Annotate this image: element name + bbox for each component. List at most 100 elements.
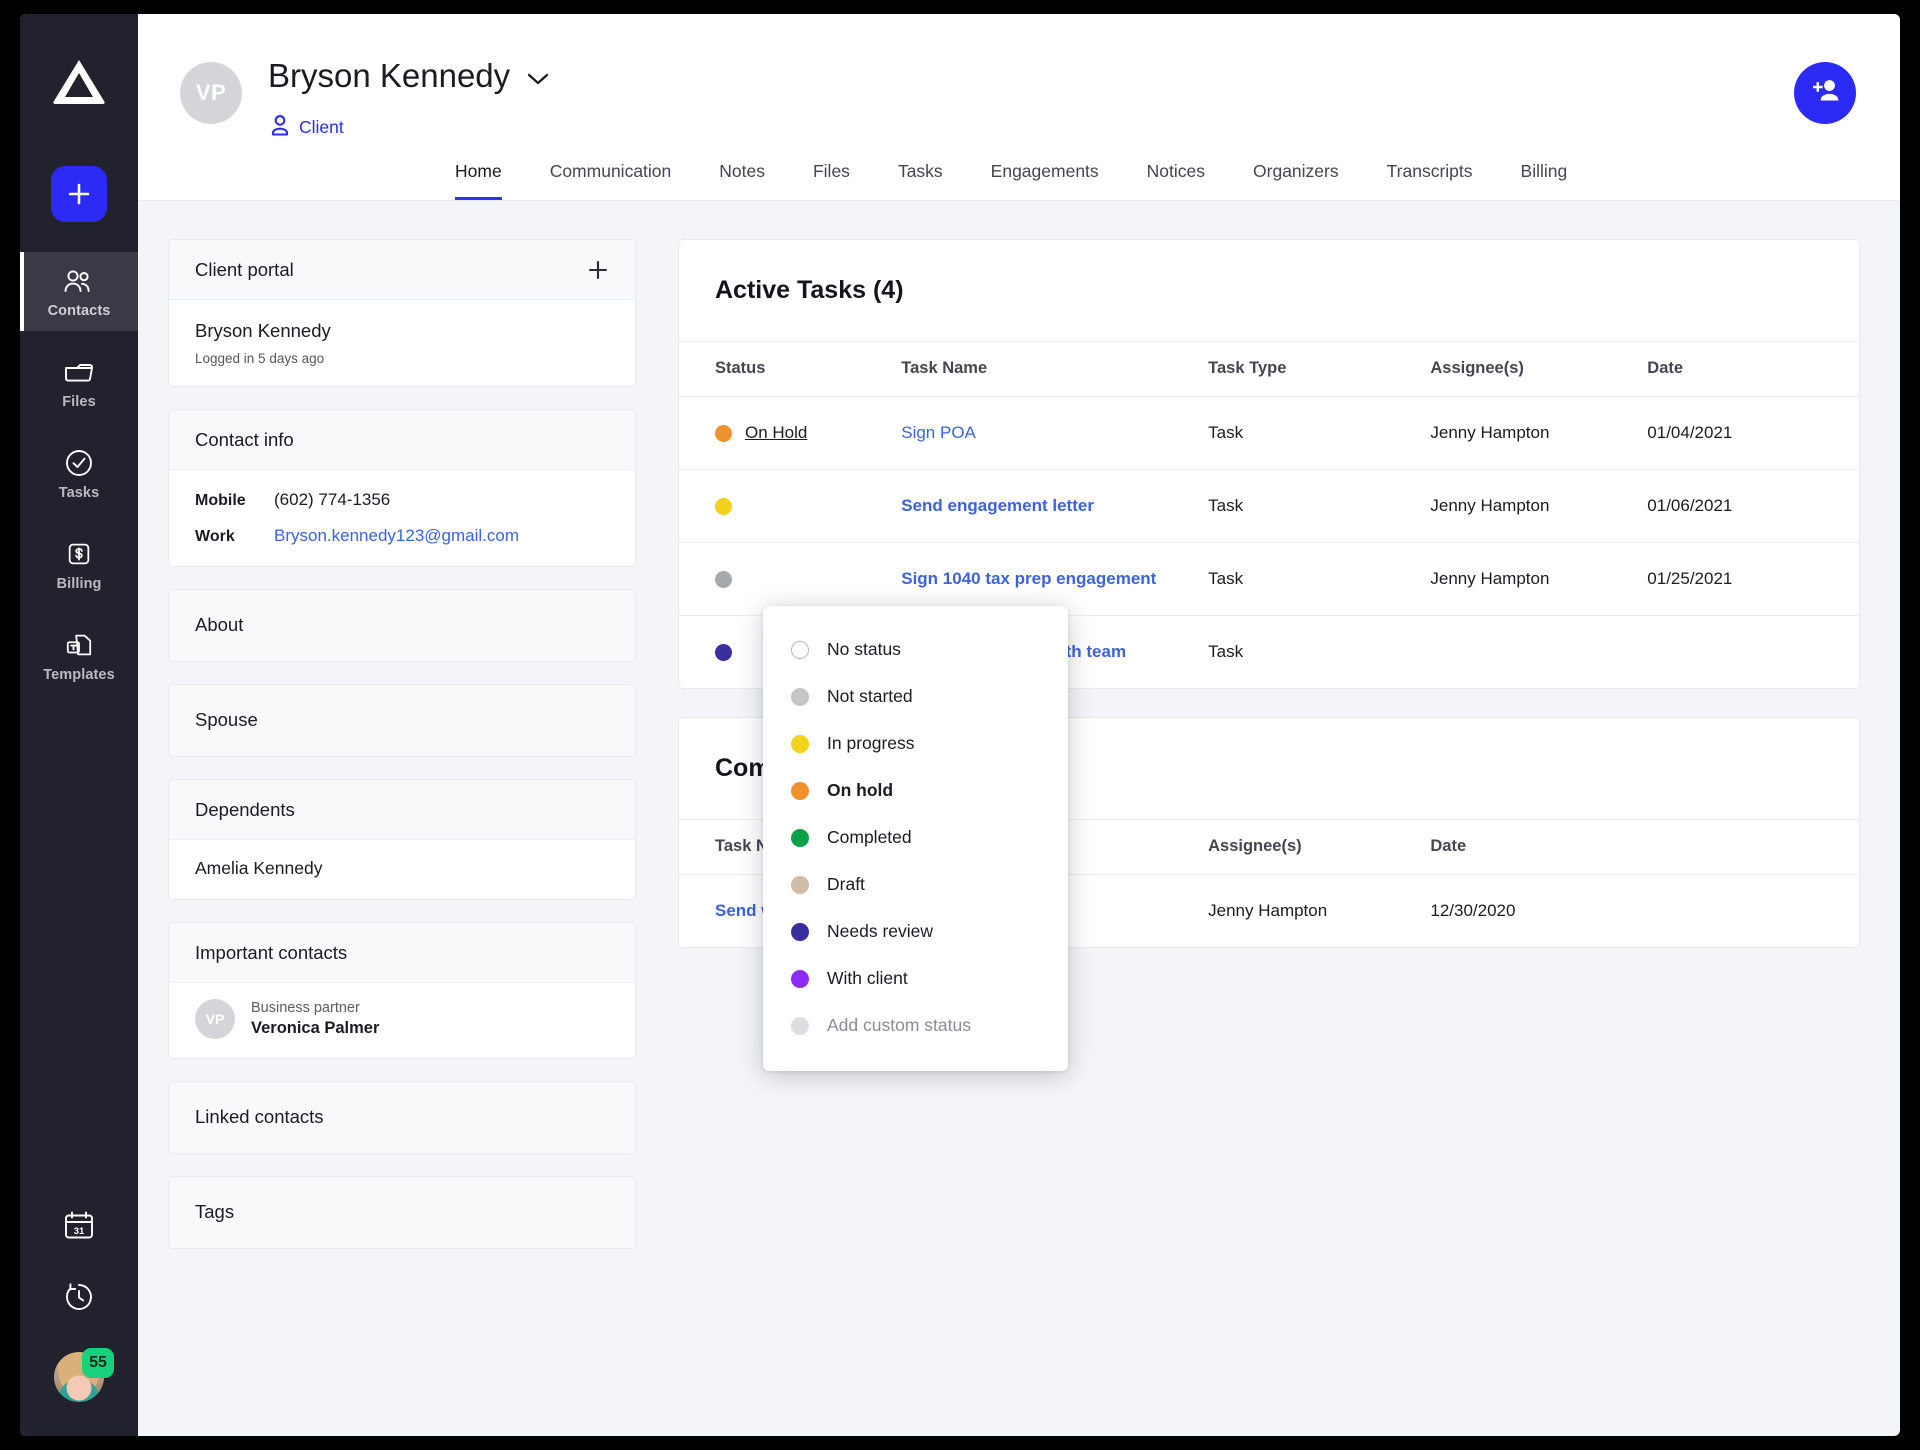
- tags-title[interactable]: Tags: [169, 1177, 635, 1248]
- contact-email-link[interactable]: Bryson.kennedy123@gmail.com: [274, 526, 519, 546]
- contact-relation: Business partner: [251, 1000, 360, 1016]
- create-new-button[interactable]: [51, 166, 107, 222]
- tab-home[interactable]: Home: [455, 161, 502, 200]
- left-nav-rail: Contacts Files Tasks Billing Templates 3…: [20, 14, 138, 1436]
- contacts-icon: [62, 266, 96, 296]
- sidebar-item-templates[interactable]: Templates: [20, 616, 138, 695]
- avatar[interactable]: 55: [54, 1348, 114, 1402]
- tab-organizers[interactable]: Organizers: [1253, 161, 1339, 200]
- status-badge[interactable]: On Hold: [745, 423, 807, 443]
- status-dot-icon: [791, 828, 809, 847]
- status-option-in-progress[interactable]: In progress: [763, 720, 1068, 767]
- contact-role[interactable]: Client: [270, 114, 344, 141]
- contact-tab-bar: Home Communication Notes Files Tasks Eng…: [138, 161, 1900, 200]
- plus-icon[interactable]: [587, 259, 609, 281]
- status-option-label: Draft: [827, 874, 865, 894]
- column-header-task-name: Task Name: [901, 341, 1209, 397]
- status-option-draft[interactable]: Draft: [763, 861, 1068, 908]
- about-card[interactable]: About: [168, 589, 636, 662]
- timer-icon[interactable]: [62, 1280, 96, 1314]
- contact-info-row: Mobile (602) 774-1356: [195, 490, 609, 510]
- status-option-with-client[interactable]: With client: [763, 955, 1068, 1002]
- tab-files[interactable]: Files: [813, 161, 850, 200]
- task-type-cell: Task: [1208, 396, 1431, 470]
- task-name-link[interactable]: Send engagement letter: [901, 496, 1094, 515]
- task-name-link[interactable]: Sign POA: [901, 423, 976, 442]
- svg-text:31: 31: [74, 1226, 85, 1237]
- status-option-on-hold[interactable]: On hold: [763, 767, 1068, 814]
- list-item[interactable]: Amelia Kennedy: [169, 840, 635, 899]
- chevron-down-icon[interactable]: [526, 72, 550, 86]
- status-option-completed[interactable]: Completed: [763, 814, 1068, 861]
- list-item[interactable]: VP Business partner Veronica Palmer: [169, 983, 635, 1058]
- status-option-add-custom[interactable]: Add custom status: [763, 1002, 1068, 1049]
- calendar-31-icon[interactable]: 31: [62, 1208, 96, 1242]
- status-option-not-started[interactable]: Not started: [763, 673, 1068, 720]
- column-header-task-type: Task Type: [1208, 341, 1431, 397]
- spouse-card[interactable]: Spouse: [168, 684, 636, 757]
- status-dot[interactable]: [715, 570, 732, 588]
- folder-icon: [62, 357, 96, 387]
- main-area: VP Bryson Kennedy Client Home Communicat…: [138, 14, 1900, 1436]
- sidebar-item-tasks[interactable]: Tasks: [20, 434, 138, 513]
- column-header-assignee: Assignee(s): [1430, 341, 1648, 397]
- important-contacts-title: Important contacts: [195, 942, 348, 963]
- column-header-status: Status: [679, 341, 902, 397]
- sidebar-item-label: Templates: [43, 667, 115, 683]
- status-dot-icon: [791, 1016, 809, 1035]
- task-type-cell: Task: [1208, 469, 1431, 543]
- linked-contacts-title[interactable]: Linked contacts: [169, 1082, 635, 1153]
- tags-card[interactable]: Tags: [168, 1176, 636, 1249]
- date-cell: 01/25/2021: [1647, 542, 1859, 616]
- status-dropdown-menu[interactable]: No status Not started In progress On hol…: [763, 606, 1068, 1071]
- contact-info-title: Contact info: [195, 429, 294, 450]
- assignee-cell: Jenny Hampton: [1208, 874, 1431, 947]
- contact-details-column: Client portal Bryson Kennedy Logged in 5…: [168, 239, 636, 1436]
- contact-name: Veronica Palmer: [251, 1019, 380, 1037]
- sidebar-item-contacts[interactable]: Contacts: [20, 252, 138, 331]
- status-dot-icon: [791, 922, 809, 941]
- tab-notices[interactable]: Notices: [1147, 161, 1205, 200]
- linked-contacts-card[interactable]: Linked contacts: [168, 1081, 636, 1154]
- contact-info-key: Mobile: [195, 492, 246, 509]
- status-option-needs-review[interactable]: Needs review: [763, 908, 1068, 955]
- client-portal-user[interactable]: Bryson Kennedy Logged in 5 days ago: [169, 300, 635, 386]
- status-dot[interactable]: [715, 424, 732, 442]
- sidebar-item-billing[interactable]: Billing: [20, 525, 138, 604]
- column-header-date: Date: [1430, 819, 1648, 875]
- tab-engagements[interactable]: Engagements: [991, 161, 1099, 200]
- template-icon: [62, 630, 96, 660]
- dependents-card: Dependents Amelia Kennedy: [168, 779, 636, 900]
- contact-info-header: Contact info: [169, 410, 635, 470]
- add-person-icon: [1809, 77, 1841, 110]
- tab-notes[interactable]: Notes: [719, 161, 765, 200]
- triangle-logo-icon[interactable]: [50, 56, 108, 106]
- status-dot[interactable]: [715, 497, 732, 515]
- status-option-label: On hold: [827, 780, 894, 800]
- tab-billing[interactable]: Billing: [1521, 161, 1568, 200]
- status-dot[interactable]: [715, 643, 732, 661]
- date-cell: 01/06/2021: [1647, 469, 1859, 543]
- contact-name-row: Bryson Kennedy: [268, 57, 550, 95]
- about-title[interactable]: About: [169, 590, 635, 661]
- contact-role-label: Client: [299, 117, 344, 137]
- column-header-date: Date: [1647, 341, 1859, 397]
- contact-info-key: Work: [195, 528, 235, 545]
- client-portal-login-status: Logged in 5 days ago: [195, 351, 325, 366]
- tab-transcripts[interactable]: Transcripts: [1387, 161, 1473, 200]
- spouse-title[interactable]: Spouse: [169, 685, 635, 756]
- sidebar-item-files[interactable]: Files: [20, 343, 138, 422]
- notification-badge[interactable]: 55: [82, 1348, 114, 1378]
- add-contact-button[interactable]: [1794, 62, 1856, 124]
- sidebar-item-label: Files: [62, 394, 96, 410]
- tab-tasks[interactable]: Tasks: [898, 161, 943, 200]
- avatar: VP: [195, 999, 235, 1039]
- tab-communication[interactable]: Communication: [550, 161, 672, 200]
- table-row[interactable]: On Hold Sign POA Task Jenny Hampton 01/0…: [679, 396, 1859, 470]
- table-row[interactable]: Sign 1040 tax prep engagement Task Jenny…: [679, 542, 1859, 616]
- table-row[interactable]: Send engagement letter Task Jenny Hampto…: [679, 469, 1859, 543]
- person-icon: [270, 114, 290, 141]
- status-option-no-status[interactable]: No status: [763, 626, 1068, 673]
- status-option-label: No status: [827, 639, 901, 659]
- task-name-link[interactable]: Sign 1040 tax prep engagement: [901, 569, 1156, 588]
